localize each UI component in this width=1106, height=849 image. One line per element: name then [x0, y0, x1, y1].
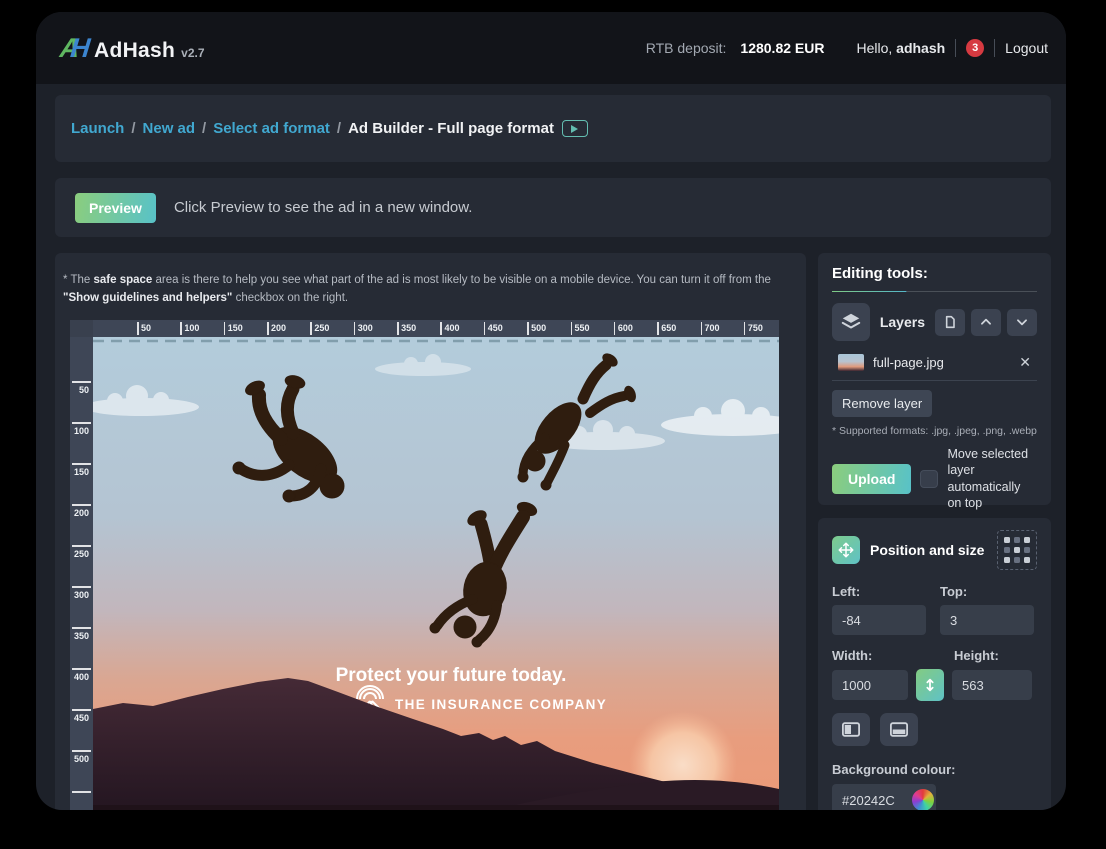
width-label: Width:: [832, 648, 954, 663]
layer-item[interactable]: full-page.jpg ✕: [832, 347, 1037, 381]
move-icon: [832, 536, 860, 564]
preview-button[interactable]: Preview: [75, 193, 156, 223]
logout-link[interactable]: Logout: [1005, 40, 1048, 56]
supported-formats-note: * Supported formats: .jpg, .jpeg, .png, …: [832, 425, 1037, 437]
left-input[interactable]: [832, 605, 926, 635]
colour-wheel-icon[interactable]: [912, 789, 934, 810]
notification-badge[interactable]: 3: [966, 39, 984, 57]
ad-canvas[interactable]: Protect your future today. THE INSURANCE…: [93, 337, 779, 810]
center-vertically-button[interactable]: [880, 713, 918, 746]
editing-tools-panel: Editing tools: Layers full-page.jpg: [818, 253, 1051, 505]
left-label: Left:: [832, 584, 926, 599]
breadcrumb-link-launch[interactable]: Launch: [71, 120, 124, 137]
breadcrumb-current: Ad Builder - Full page format: [348, 120, 554, 137]
layers-label: Layers: [880, 314, 925, 330]
layers-icon[interactable]: [832, 303, 870, 341]
rtb-deposit-label: RTB deposit:: [646, 40, 727, 56]
position-size-title: Position and size: [870, 542, 984, 558]
move-layer-up-button[interactable]: [971, 309, 1001, 336]
background-colour-label: Background colour:: [832, 762, 1037, 777]
top-bar: AH AdHash v2.7 RTB deposit: 1280.82 EUR …: [36, 12, 1066, 84]
move-layer-down-button[interactable]: [1007, 309, 1037, 336]
breadcrumb-separator: /: [131, 120, 135, 137]
divider: [994, 39, 995, 57]
position-size-panel: Position and size Left: Top: Width: Heig…: [818, 518, 1051, 810]
anchor-grid[interactable]: [997, 530, 1037, 570]
top-label: Top:: [940, 584, 967, 599]
lock-aspect-ratio-button[interactable]: [916, 669, 944, 701]
breadcrumb: Launch / New ad / Select ad format / Ad …: [55, 95, 1051, 162]
remove-layer-button[interactable]: Remove layer: [832, 390, 932, 417]
ruler-corner: [70, 320, 93, 337]
logo-monogram-icon: AH: [58, 33, 89, 64]
height-input[interactable]: [952, 670, 1032, 700]
app-version: v2.7: [181, 46, 204, 60]
top-input[interactable]: [940, 605, 1034, 635]
background-colour-field: [832, 784, 936, 810]
preview-bar: Preview Click Preview to see the ad in a…: [55, 178, 1051, 237]
app-logo[interactable]: AH AdHash v2.7: [60, 33, 205, 64]
ground-strip: [93, 805, 779, 810]
layer-filename: full-page.jpg: [873, 355, 944, 370]
width-input[interactable]: [832, 670, 908, 700]
page: AH AdHash v2.7 RTB deposit: 1280.82 EUR …: [0, 0, 1106, 849]
rtb-deposit-value: 1280.82 EUR: [740, 40, 824, 56]
breadcrumb-separator: /: [202, 120, 206, 137]
ad-brand: THE INSURANCE COMPANY: [395, 697, 607, 712]
breadcrumb-link-select-ad-format[interactable]: Select ad format: [213, 120, 330, 137]
layer-thumbnail: [838, 354, 864, 371]
app-window: AH AdHash v2.7 RTB deposit: 1280.82 EUR …: [36, 12, 1066, 810]
center-horizontally-button[interactable]: [832, 713, 870, 746]
move-layer-checkbox[interactable]: [920, 470, 938, 488]
ruler-vertical: 50100150200250300350400450500: [70, 337, 93, 810]
breadcrumb-separator: /: [337, 120, 341, 137]
ruler-horizontal: 5010015020025030035040045050055060065070…: [93, 320, 779, 337]
breadcrumb-link-new-ad[interactable]: New ad: [143, 120, 196, 137]
move-layer-label: Move selected layer automatically on top: [947, 446, 1037, 511]
height-label: Height:: [954, 648, 999, 663]
app-name: AdHash: [94, 39, 175, 63]
preview-hint: Click Preview to see the ad in a new win…: [174, 199, 472, 216]
remove-layer-x-icon[interactable]: ✕: [1015, 354, 1035, 371]
editing-tools-title: Editing tools:: [832, 265, 1037, 282]
editor-workspace: * The safe space area is there to help y…: [55, 253, 806, 810]
divider: [955, 39, 956, 57]
duplicate-layer-button[interactable]: [935, 309, 965, 336]
ad-headline: Protect your future today.: [336, 665, 567, 686]
safe-space-note: * The safe space area is there to help y…: [63, 271, 777, 308]
greeting-text: Hello, adhash: [856, 40, 945, 56]
title-underline: [832, 291, 1037, 292]
upload-button[interactable]: Upload: [832, 464, 911, 494]
username: adhash: [896, 40, 945, 56]
background-colour-input[interactable]: [842, 793, 904, 808]
play-icon[interactable]: [562, 120, 588, 137]
